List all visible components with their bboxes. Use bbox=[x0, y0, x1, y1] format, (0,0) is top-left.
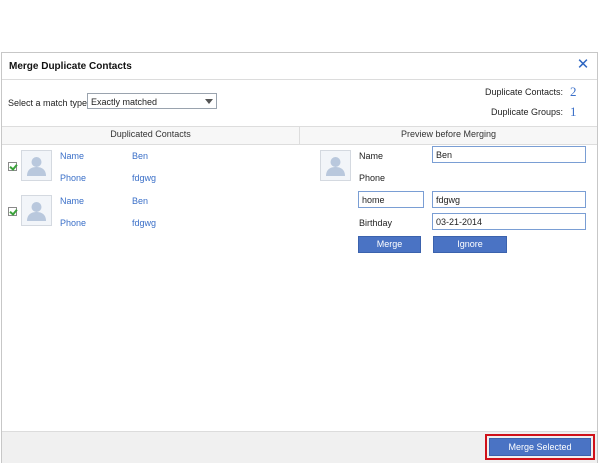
contact-2-name-label: Name bbox=[60, 196, 85, 206]
preview-birthday-field[interactable]: 03-21-2014 bbox=[432, 213, 586, 230]
person-icon bbox=[27, 202, 46, 221]
preview-phone-type-field[interactable]: home bbox=[358, 191, 424, 208]
contact-1-phone-value: fdgwg bbox=[132, 173, 157, 183]
duplicate-contacts-label: Duplicate Contacts: bbox=[484, 87, 563, 97]
ignore-button[interactable]: Ignore bbox=[433, 236, 507, 253]
contact-1-name-value: Ben bbox=[132, 151, 149, 161]
merge-selected-button[interactable]: Merge Selected bbox=[489, 438, 591, 456]
person-icon bbox=[27, 157, 46, 176]
checkmark-icon bbox=[9, 162, 18, 171]
contact-2-name-value: Ben bbox=[132, 196, 149, 206]
match-type-label: Select a match type: bbox=[8, 98, 90, 108]
duplicated-contacts-header: Duplicated Contacts bbox=[110, 129, 191, 139]
preview-name-field[interactable]: Ben bbox=[432, 146, 586, 163]
contact-2-checkbox[interactable] bbox=[8, 207, 18, 216]
duplicate-contacts-count: 2 bbox=[570, 84, 577, 99]
preview-header: Preview before Merging bbox=[400, 129, 497, 139]
contact-1-avatar bbox=[21, 150, 52, 181]
contact-1-checkbox[interactable] bbox=[8, 162, 18, 171]
preview-name-label: Name bbox=[359, 151, 384, 161]
duplicate-groups-count: 1 bbox=[570, 104, 577, 119]
contact-2-phone-value: fdgwg bbox=[132, 218, 157, 228]
match-type-select[interactable]: Exactly matched bbox=[87, 93, 217, 109]
close-icon[interactable]: ✕ bbox=[575, 57, 591, 73]
checkmark-icon bbox=[9, 207, 18, 216]
title-divider bbox=[2, 79, 597, 80]
merge-dialog: Merge Duplicate Contacts ✕ Select a matc… bbox=[1, 52, 598, 463]
dialog-title: Merge Duplicate Contacts bbox=[9, 61, 132, 72]
preview-phone-label: Phone bbox=[359, 173, 386, 183]
contact-2-phone-label: Phone bbox=[60, 218, 87, 228]
chevron-down-icon bbox=[205, 99, 213, 104]
preview-avatar bbox=[320, 150, 351, 181]
contact-1-phone-label: Phone bbox=[60, 173, 87, 183]
merge-button[interactable]: Merge bbox=[358, 236, 421, 253]
duplicate-groups-label: Duplicate Groups: bbox=[490, 107, 563, 117]
contact-2-avatar bbox=[21, 195, 52, 226]
preview-phone-field[interactable]: fdgwg bbox=[432, 191, 586, 208]
contact-1-name-label: Name bbox=[60, 151, 85, 161]
person-icon bbox=[326, 157, 345, 176]
preview-birthday-label: Birthday bbox=[359, 218, 393, 228]
match-type-value: Exactly matched bbox=[91, 97, 158, 107]
